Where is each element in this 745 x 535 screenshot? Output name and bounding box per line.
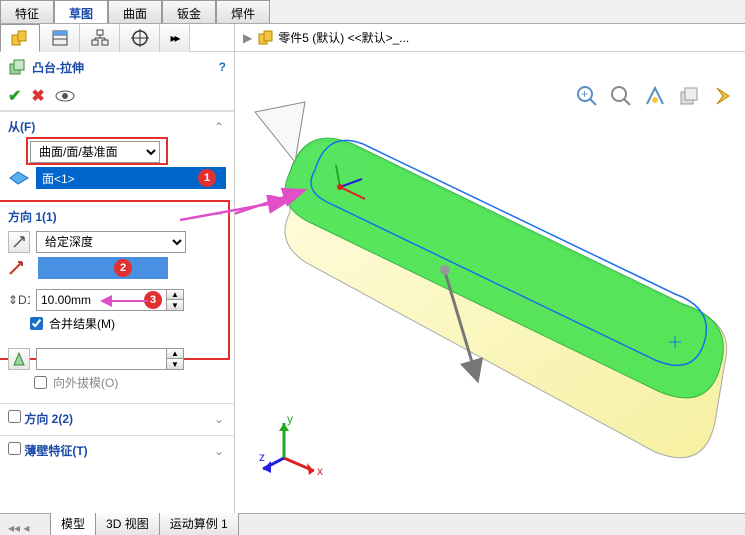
tab-sketch[interactable]: 草图 [54, 0, 108, 23]
tab-features[interactable]: 特征 [0, 0, 54, 23]
merge-result-label: 合并结果(M) [49, 315, 115, 332]
panel-tab-dim[interactable] [120, 24, 160, 52]
end-condition-combo[interactable]: 给定深度 [36, 231, 186, 253]
help-icon[interactable]: ? [219, 60, 226, 74]
preview-icon[interactable] [55, 89, 75, 103]
section-direction2[interactable]: 方向 2(2) ⌄ [0, 403, 234, 435]
spin-up[interactable]: ▲ [167, 290, 183, 300]
section-direction1: 方向 1(1) ⌃ 给定深度 2 ⇕D1 ▲▼ [0, 201, 234, 344]
tab-motion[interactable]: 运动算例 1 [159, 511, 239, 535]
axis-x-label: x [317, 464, 323, 478]
panel-tab-feature[interactable] [0, 24, 40, 52]
crosshair-icon [130, 29, 150, 47]
bottom-tab-strip: ◂◂ ◂ 模型 3D 视图 运动算例 1 [0, 513, 745, 535]
collapse-icon[interactable]: ⌃ [214, 120, 224, 134]
expand-icon[interactable]: ⌄ [214, 412, 224, 426]
extrude-icon [8, 58, 26, 76]
tab-model[interactable]: 模型 [50, 511, 96, 535]
svg-text:⇕D1: ⇕D1 [8, 293, 30, 307]
badge-3: 3 [144, 291, 162, 309]
tab-scroll-left[interactable]: ◂◂ ◂ [8, 521, 29, 535]
thin-checkbox[interactable] [8, 442, 21, 455]
section-thin[interactable]: 薄壁特征(T) ⌄ [0, 435, 234, 467]
panel-tab-property[interactable] [40, 24, 80, 52]
from-combo[interactable]: 曲面/面/基准面 [30, 141, 160, 163]
selected-face-text: 面<1> [42, 170, 75, 187]
reverse-direction-icon[interactable] [8, 231, 30, 253]
chevron-right-icon[interactable]: ▶ [243, 31, 252, 45]
axis-y-label: y [287, 413, 293, 426]
expand-icon[interactable]: ⌄ [214, 444, 224, 458]
breadcrumb: ▶ 零件5 (默认) <<默认>_... [235, 29, 417, 47]
thin-label: 薄壁特征(T) [24, 444, 87, 458]
feature-title: 凸台-拉伸 [32, 59, 84, 76]
part-icon [256, 29, 274, 47]
spin-up[interactable]: ▲ [167, 349, 183, 359]
axis-z-label: z [259, 450, 265, 464]
section-from: 从(F) ⌃ 曲面/面/基准面 面<1> 1 [0, 111, 234, 201]
dir1-label: 方向 1(1) [8, 208, 226, 225]
property-manager: 凸台-拉伸 ? ✔ ✖ 从(F) ⌃ 曲面/面/基准面 面<1> [0, 52, 235, 513]
from-label: 从(F) [8, 118, 226, 135]
dir2-label: 方向 2(2) [24, 412, 73, 426]
panel-tab-config[interactable] [80, 24, 120, 52]
tab-sheetmetal[interactable]: 钣金 [162, 0, 216, 23]
panel-tab-strip: ▸▸ [0, 24, 235, 52]
ribbon-tabs: 特征 草图 曲面 钣金 焊件 [0, 0, 745, 24]
draft-outward-label: 向外拔模(O) [53, 374, 118, 391]
spin-down[interactable]: ▼ [167, 300, 183, 310]
property-icon [50, 29, 70, 47]
face-select-icon[interactable] [8, 169, 30, 187]
badge-1: 1 [198, 169, 216, 187]
direction-arrow-icon[interactable] [8, 260, 28, 276]
tab-weldment[interactable]: 焊件 [216, 0, 270, 23]
view-triad: x y z [259, 413, 329, 483]
hierarchy-icon [90, 29, 110, 47]
collapse-icon[interactable]: ⌃ [214, 210, 224, 224]
panel-tab-more[interactable]: ▸▸ [160, 24, 190, 52]
spin-down[interactable]: ▼ [167, 359, 183, 369]
merge-result-checkbox[interactable] [30, 317, 43, 330]
draft-icon[interactable] [8, 348, 30, 370]
ok-button[interactable]: ✔ [8, 86, 21, 106]
feature-tree-icon [10, 29, 30, 47]
breadcrumb-row: ▸▸ ▶ 零件5 (默认) <<默认>_... [0, 24, 745, 52]
depth-dim-icon: ⇕D1 [8, 292, 30, 308]
breadcrumb-text[interactable]: 零件5 (默认) <<默认>_... [278, 29, 409, 46]
cancel-button[interactable]: ✖ [31, 86, 44, 106]
graphics-viewport[interactable]: + [235, 52, 745, 513]
tab-3dview[interactable]: 3D 视图 [95, 511, 160, 535]
badge-2: 2 [114, 259, 132, 277]
dir2-checkbox[interactable] [8, 410, 21, 423]
draft-spinner[interactable]: ▲▼ [36, 348, 184, 370]
draft-input[interactable] [36, 348, 166, 370]
direction-reference-field[interactable] [38, 257, 168, 279]
draft-outward-checkbox[interactable] [34, 376, 47, 389]
tab-surface[interactable]: 曲面 [108, 0, 162, 23]
chevron-right-icon: ▸▸ [170, 31, 178, 45]
